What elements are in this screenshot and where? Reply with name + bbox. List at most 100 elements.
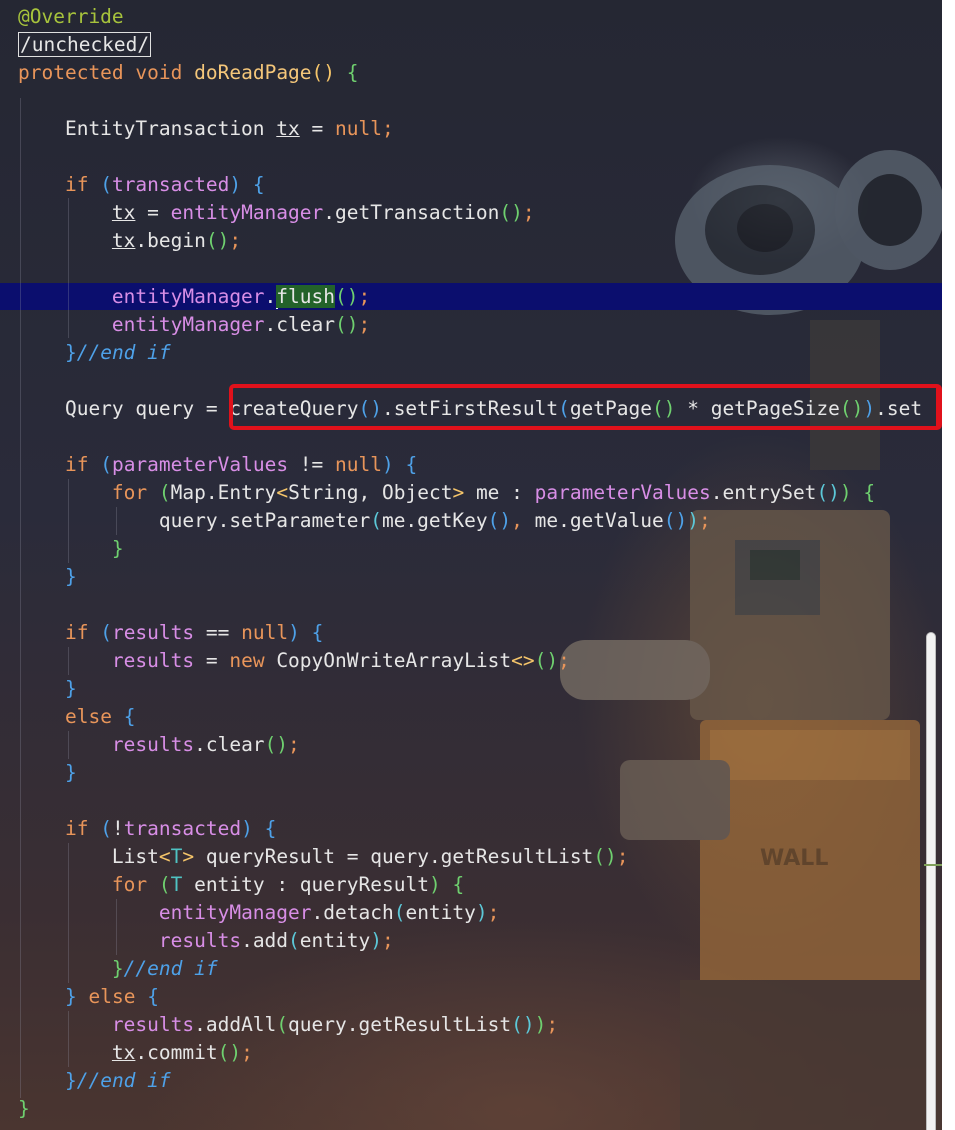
code-line[interactable]: tx = entityManager.getTransaction(); bbox=[18, 199, 535, 227]
code-token: > bbox=[182, 845, 195, 868]
code-token: ! bbox=[111, 817, 124, 840]
code-line[interactable]: for (T entity : queryResult) { bbox=[18, 871, 464, 899]
code-editor[interactable]: WALL @Override/unchecked/protected void … bbox=[0, 0, 942, 1130]
code-token: flush bbox=[276, 285, 335, 308]
code-token: @Override bbox=[18, 5, 124, 28]
code-line[interactable]: List<T> queryResult = query.getResultLis… bbox=[18, 843, 629, 871]
code-line[interactable]: tx.commit(); bbox=[18, 1039, 253, 1067]
code-line[interactable]: entityManager.flush(); bbox=[18, 283, 370, 311]
vertical-scrollbar[interactable] bbox=[926, 632, 936, 1130]
code-line[interactable]: }//end if bbox=[18, 1067, 171, 1095]
code-line[interactable]: } bbox=[18, 1095, 30, 1123]
code-token: entity : queryResult bbox=[182, 873, 429, 896]
code-line[interactable]: @Override bbox=[18, 3, 124, 31]
code-line[interactable]: if (!transacted) { bbox=[18, 815, 276, 843]
code-line[interactable]: } bbox=[18, 759, 77, 787]
code-token: //end if bbox=[76, 341, 171, 364]
code-token: null bbox=[241, 621, 289, 644]
code-token: ; bbox=[698, 509, 711, 532]
code-line[interactable]: if (parameterValues != null) { bbox=[18, 451, 417, 479]
code-token: ( bbox=[158, 481, 171, 504]
code-token: ) bbox=[428, 873, 441, 896]
code-token: null bbox=[335, 117, 382, 140]
code-token: .getTransaction bbox=[323, 201, 500, 224]
code-line[interactable]: }//end if bbox=[18, 339, 171, 367]
code-token: = bbox=[194, 649, 230, 672]
code-token: () bbox=[593, 845, 617, 868]
code-token: ; bbox=[546, 1013, 559, 1036]
code-token: > bbox=[452, 481, 465, 504]
code-token: ; bbox=[616, 845, 629, 868]
code-token: ) bbox=[241, 817, 253, 840]
code-token: ; bbox=[487, 901, 500, 924]
code-line[interactable]: results.add(entity); bbox=[18, 927, 394, 955]
code-line[interactable]: if (results == null) { bbox=[18, 619, 323, 647]
code-token: .begin bbox=[135, 229, 206, 252]
code-line[interactable]: for (Map.Entry<String, Object> me : para… bbox=[18, 479, 875, 507]
code-token: //end if bbox=[123, 957, 218, 980]
code-line[interactable]: results.clear(); bbox=[18, 731, 300, 759]
code-token: .detach bbox=[311, 901, 394, 924]
code-token: ) bbox=[534, 1013, 547, 1036]
code-line[interactable]: /unchecked/ bbox=[18, 31, 152, 59]
code-token: protected bbox=[18, 61, 124, 84]
code-line[interactable]: } bbox=[18, 563, 77, 591]
code-line[interactable]: } bbox=[18, 675, 77, 703]
code-token: () bbox=[487, 509, 512, 532]
code-token: < bbox=[276, 481, 289, 504]
code-token: { bbox=[405, 453, 418, 476]
code-line[interactable]: results.addAll(query.getResultList()); bbox=[18, 1011, 558, 1039]
code-token: } bbox=[64, 1069, 77, 1092]
code-token: me.getValue bbox=[522, 509, 664, 532]
code-token: } bbox=[18, 1097, 30, 1120]
code-token: transacted bbox=[123, 817, 242, 840]
code-token: } bbox=[64, 677, 77, 700]
code-line[interactable]: else { bbox=[18, 703, 135, 731]
code-line[interactable]: if (transacted) { bbox=[18, 171, 265, 199]
code-token: ; bbox=[358, 285, 371, 308]
code-line[interactable]: tx.begin(); bbox=[18, 227, 241, 255]
code-line[interactable]: query.setParameter(me.getKey(), me.getVa… bbox=[18, 507, 711, 535]
code-token: entity bbox=[299, 929, 371, 952]
code-token: = bbox=[299, 117, 335, 140]
code-token: { bbox=[863, 481, 876, 504]
scrollbar-marker bbox=[924, 864, 942, 866]
code-token: ( bbox=[100, 621, 112, 644]
code-token: queryResult = query.getResultList bbox=[194, 845, 594, 868]
code-token: tx bbox=[111, 1041, 136, 1064]
code-token: List bbox=[18, 845, 159, 868]
code-line[interactable]: }//end if bbox=[18, 955, 218, 983]
code-line[interactable]: } else { bbox=[18, 983, 159, 1011]
code-token: } bbox=[64, 341, 77, 364]
code-line[interactable]: EntityTransaction tx = null; bbox=[18, 115, 394, 143]
code-line[interactable]: results = new CopyOnWriteArrayList<>(); bbox=[18, 647, 570, 675]
code-token: for bbox=[111, 873, 148, 896]
code-token: me : bbox=[464, 481, 535, 504]
code-line[interactable]: entityManager.detach(entity); bbox=[18, 899, 500, 927]
code-token: if bbox=[64, 621, 89, 644]
code-line[interactable]: } bbox=[18, 535, 124, 563]
code-token: () bbox=[816, 481, 840, 504]
code-token: ) bbox=[229, 173, 242, 196]
code-line[interactable]: protected void doReadPage() { bbox=[18, 59, 359, 87]
code-token: transacted bbox=[111, 173, 230, 196]
code-token: ) bbox=[382, 453, 394, 476]
code-line[interactable]: entityManager.clear(); bbox=[18, 311, 370, 339]
